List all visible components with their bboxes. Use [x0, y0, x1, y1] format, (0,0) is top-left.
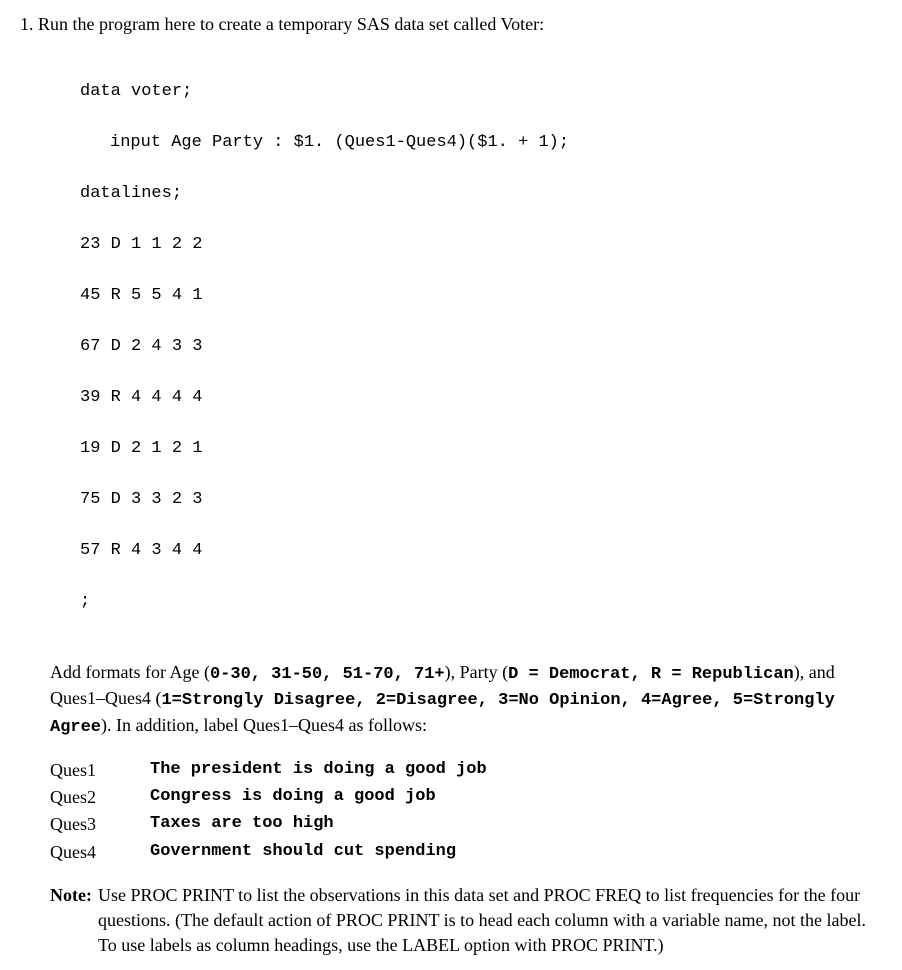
question-prompt: Run the program here to create a tempora… [38, 14, 544, 34]
label-var-name: Ques2 [50, 785, 150, 810]
question-number: 1. [20, 14, 34, 34]
label-row: Ques4 Government should cut spending [50, 840, 882, 865]
label-description: Taxes are too high [150, 812, 334, 837]
label-var-name: Ques3 [50, 812, 150, 837]
label-row: Ques3 Taxes are too high [50, 812, 882, 837]
sas-code-block: data voter; input Age Party : $1. (Ques1… [80, 53, 882, 640]
label-definitions: Ques1 The president is doing a good job … [50, 758, 882, 865]
code-terminator: ; [80, 589, 882, 615]
code-data-line: 19 D 2 1 2 1 [80, 436, 882, 462]
note-block: Note: Use PROC PRINT to list the observa… [50, 883, 882, 959]
text: ). In addition, label Ques1–Ques4 as fol… [101, 715, 427, 735]
question-header: 1. Run the program here to create a temp… [20, 12, 882, 37]
label-var-name: Ques1 [50, 758, 150, 783]
code-data-line: 45 R 5 5 4 1 [80, 283, 882, 309]
label-row: Ques2 Congress is doing a good job [50, 785, 882, 810]
code-data-line: 67 D 2 4 3 3 [80, 334, 882, 360]
label-description: Congress is doing a good job [150, 785, 436, 810]
label-row: Ques1 The president is doing a good job [50, 758, 882, 783]
code-data-line: 57 R 4 3 4 4 [80, 538, 882, 564]
code-data-line: 75 D 3 3 2 3 [80, 487, 882, 513]
label-var-name: Ques4 [50, 840, 150, 865]
text: Add formats for Age ( [50, 662, 210, 682]
note-label: Note: [50, 883, 92, 959]
code-data-line: 39 R 4 4 4 4 [80, 385, 882, 411]
code-line: input Age Party : $1. (Ques1-Ques4)($1. … [80, 130, 882, 156]
age-format: 0-30, 31-50, 51-70, 71+ [210, 665, 445, 684]
note-text: Use PROC PRINT to list the observations … [98, 883, 882, 959]
label-description: Government should cut spending [150, 840, 456, 865]
text: ), Party ( [445, 662, 508, 682]
code-line: datalines; [80, 181, 882, 207]
code-line: data voter; [80, 79, 882, 105]
format-instructions: Add formats for Age (0-30, 31-50, 51-70,… [50, 660, 882, 740]
party-format: D = Democrat, R = Republican [508, 665, 794, 684]
code-data-line: 23 D 1 1 2 2 [80, 232, 882, 258]
label-description: The president is doing a good job [150, 758, 487, 783]
